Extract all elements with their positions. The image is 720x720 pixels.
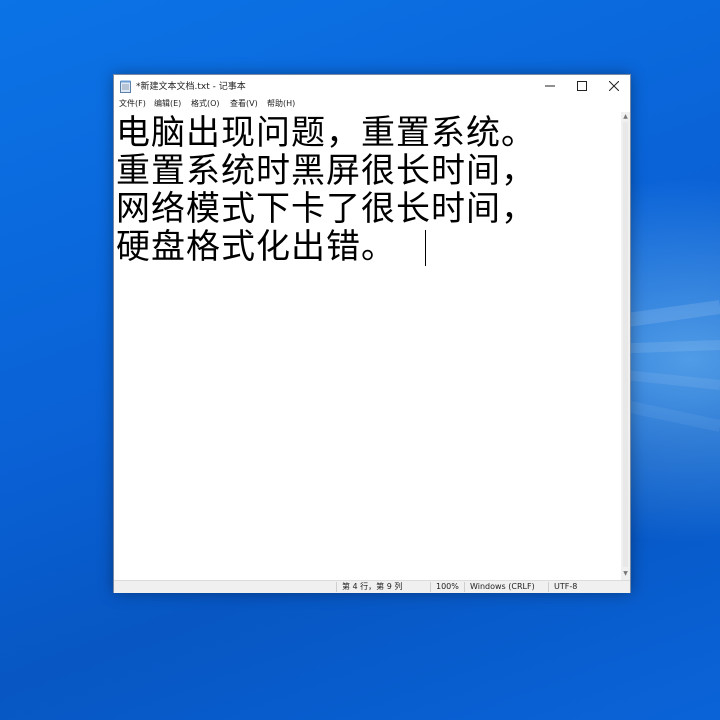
menu-format[interactable]: 格式(O) <box>191 98 220 109</box>
notepad-icon <box>120 80 131 93</box>
menu-bar: 文件(F) 编辑(E) 格式(O) 查看(V) 帮助(H) <box>114 97 630 111</box>
status-encoding: UTF-8 <box>554 582 578 591</box>
minimize-icon <box>545 85 555 87</box>
text-line: 网络模式下卡了很长时间， <box>116 189 536 229</box>
status-zoom: 100% <box>436 582 459 591</box>
close-button[interactable] <box>598 75 630 97</box>
menu-file[interactable]: 文件(F) <box>119 98 146 109</box>
scrollbar-track[interactable] <box>623 122 628 567</box>
status-divider <box>430 582 431 592</box>
vertical-scrollbar[interactable]: ▲ ▼ <box>621 112 630 580</box>
maximize-icon <box>577 81 587 91</box>
minimize-button[interactable] <box>534 75 566 97</box>
menu-view[interactable]: 查看(V) <box>230 98 258 109</box>
status-divider <box>464 582 465 592</box>
scroll-down-icon[interactable]: ▼ <box>622 570 629 578</box>
scroll-up-icon[interactable]: ▲ <box>622 113 629 121</box>
text-line: 电脑出现问题，重置系统。 <box>116 113 536 153</box>
menu-help[interactable]: 帮助(H) <box>267 98 295 109</box>
notepad-window[interactable]: *新建文本文档.txt - 记事本 文件(F) 编辑(E) 格式(O) 查看(V… <box>113 74 631 593</box>
text-editor[interactable]: 电脑出现问题，重置系统。 重置系统时黑屏很长时间， 网络模式下卡了很长时间， 硬… <box>114 112 621 580</box>
text-line: 重置系统时黑屏很长时间， <box>116 151 536 191</box>
text-line: 硬盘格式化出错。 <box>116 227 396 267</box>
status-divider <box>336 582 337 592</box>
status-bar: 第 4 行，第 9 列 100% Windows (CRLF) UTF-8 <box>114 580 630 593</box>
close-icon <box>609 81 619 91</box>
text-caret <box>425 230 426 266</box>
status-cursor-position: 第 4 行，第 9 列 <box>342 582 403 591</box>
title-bar[interactable]: *新建文本文档.txt - 记事本 <box>114 75 630 97</box>
maximize-button[interactable] <box>566 75 598 97</box>
menu-edit[interactable]: 编辑(E) <box>154 98 181 109</box>
status-divider <box>548 582 549 592</box>
window-title: *新建文本文档.txt - 记事本 <box>136 82 246 92</box>
status-line-ending: Windows (CRLF) <box>470 582 535 591</box>
